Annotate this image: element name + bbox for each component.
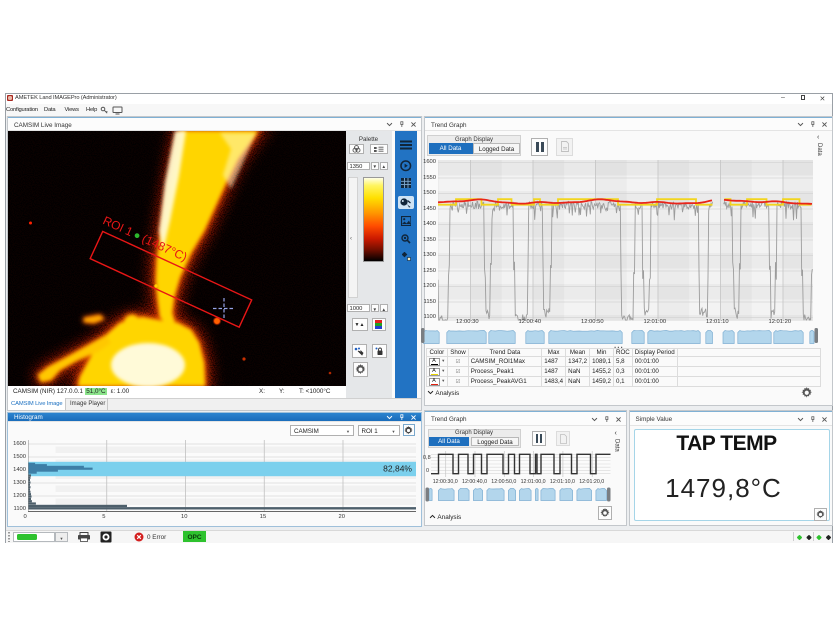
svg-text:82,84%: 82,84% <box>383 464 412 474</box>
